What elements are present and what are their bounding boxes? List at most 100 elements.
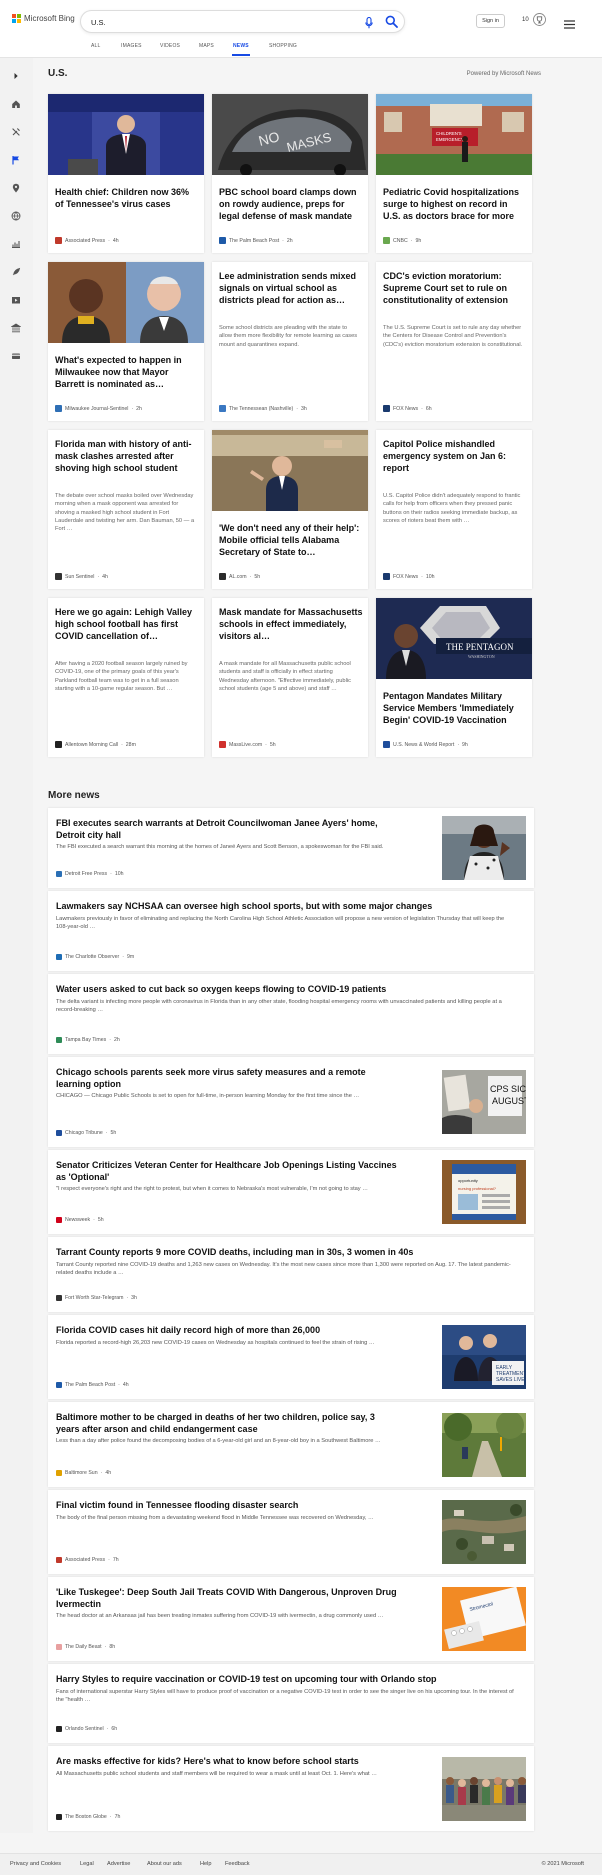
card-title[interactable]: Mask mandate for Massachusetts schools i… xyxy=(219,606,363,642)
item-title[interactable]: 'Like Tuskegee': Deep South Jail Treats … xyxy=(56,1586,398,1610)
card-title[interactable]: Pentagon Mandates Military Service Membe… xyxy=(383,690,527,726)
item-title[interactable]: Chicago schools parents seek more virus … xyxy=(56,1066,398,1090)
item-title[interactable]: Harry Styles to require vaccination or C… xyxy=(56,1673,516,1685)
item-source[interactable]: Newsweek · 5h xyxy=(56,1217,104,1223)
card-title[interactable]: Capitol Police mishandled emergency syst… xyxy=(383,438,527,474)
news-card[interactable]: CHILDREN'S EMERGENCY Pediatric Covid hospi… xyxy=(376,94,532,253)
footer-link-legal[interactable]: Legal xyxy=(80,1861,94,1867)
more-news-item[interactable]: Harry Styles to require vaccination or C… xyxy=(48,1664,534,1743)
more-news-item[interactable]: 'Like Tuskegee': Deep South Jail Treats … xyxy=(48,1577,534,1661)
card-source[interactable]: U.S. News & World Report · 9h xyxy=(383,741,468,748)
card-source[interactable]: Allentown Morning Call · 28m xyxy=(55,741,136,748)
news-card[interactable]: Lee administration sends mixed signals o… xyxy=(212,262,368,421)
globe-icon[interactable] xyxy=(11,208,21,226)
microphone-icon[interactable] xyxy=(365,16,373,34)
hamburger-menu-icon[interactable] xyxy=(564,16,575,34)
news-card[interactable]: What's expected to happen in Milwaukee n… xyxy=(48,262,204,421)
card-title[interactable]: PBC school board clamps down on rowdy au… xyxy=(219,186,363,222)
search-box[interactable] xyxy=(80,10,405,33)
search-input[interactable] xyxy=(91,15,341,29)
card-source[interactable]: FOX News · 10h xyxy=(383,573,434,580)
news-card[interactable]: NO MASKS PBC school board clamps down on r… xyxy=(212,94,368,253)
card-source[interactable]: The Palm Beach Post · 2h xyxy=(219,237,293,244)
more-news-item[interactable]: Chicago schools parents seek more virus … xyxy=(48,1057,534,1147)
item-source[interactable]: Baltimore Sun · 4h xyxy=(56,1470,111,1476)
card-title[interactable]: Pediatric Covid hospitalizations surge t… xyxy=(383,186,527,222)
tab-maps[interactable]: MAPS xyxy=(199,43,214,49)
card-title[interactable]: Health chief: Children now 36% of Tennes… xyxy=(55,186,199,210)
news-card[interactable]: Florida man with history of anti-mask cl… xyxy=(48,430,204,589)
card-source[interactable]: AL.com · 5h xyxy=(219,573,260,580)
item-title[interactable]: FBI executes search warrants at Detroit … xyxy=(56,817,398,841)
item-source[interactable]: Detroit Free Press · 10h xyxy=(56,871,123,877)
item-source[interactable]: Fort Worth Star-Telegram · 3h xyxy=(56,1295,137,1301)
search-icon[interactable] xyxy=(385,15,398,33)
more-news-item[interactable]: Are masks effective for kids? Here's wha… xyxy=(48,1746,534,1831)
footer-link-about-ads[interactable]: About our ads xyxy=(147,1861,182,1867)
rewards-trophy-icon[interactable] xyxy=(533,13,546,31)
card-title[interactable]: Lee administration sends mixed signals o… xyxy=(219,270,363,306)
news-card[interactable]: Health chief: Children now 36% of Tennes… xyxy=(48,94,204,253)
card-source[interactable]: Milwaukee Journal-Sentinel · 2h xyxy=(55,405,142,412)
more-news-item[interactable]: Senator Criticizes Veteran Center for He… xyxy=(48,1150,534,1234)
no-masks-vehicle-photo[interactable]: NO MASKS xyxy=(212,94,368,176)
bank-icon[interactable] xyxy=(10,320,22,338)
item-title[interactable]: Water users asked to cut back so oxygen … xyxy=(56,983,516,995)
news-card[interactable]: THE PENTAGON WASHINGTON Pentagon Mandates … xyxy=(376,598,532,757)
news-card[interactable]: Here we go again: Lehigh Valley high sch… xyxy=(48,598,204,757)
card-source[interactable]: FOX News · 6h xyxy=(383,405,432,412)
footer-link-privacy[interactable]: Privacy and Cookies xyxy=(10,1861,61,1867)
flag-icon[interactable] xyxy=(11,152,21,170)
footer-link-advertise[interactable]: Advertise xyxy=(107,1861,130,1867)
rewards-count[interactable]: 10 xyxy=(522,17,529,23)
scale-icon[interactable] xyxy=(11,236,21,254)
rocket-icon[interactable] xyxy=(11,264,21,282)
press-conference-photo[interactable] xyxy=(48,94,204,175)
tab-shopping[interactable]: SHOPPING xyxy=(269,43,297,49)
tools-icon[interactable] xyxy=(11,124,21,142)
sign-in-button[interactable]: Sign in xyxy=(476,14,505,28)
footer-link-feedback[interactable]: Feedback xyxy=(225,1861,250,1867)
location-icon[interactable] xyxy=(11,180,21,198)
item-source[interactable]: Orlando Sentinel · 6h xyxy=(56,1726,117,1732)
pentagon-podium-photo[interactable]: THE PENTAGON WASHINGTON xyxy=(376,598,532,679)
card-source[interactable]: Sun Sentinel · 4h xyxy=(55,573,108,580)
card-source[interactable]: Associated Press · 4h xyxy=(55,237,119,244)
job-poster-photo[interactable]: opportunity nursing professional? xyxy=(442,1160,526,1224)
councilwoman-photo[interactable] xyxy=(442,816,526,880)
powered-by-label[interactable]: Powered by Microsoft News xyxy=(467,71,541,77)
item-title[interactable]: Florida COVID cases hit daily record hig… xyxy=(56,1324,398,1336)
tab-images[interactable]: IMAGES xyxy=(121,43,142,49)
item-title[interactable]: Final victim found in Tennessee flooding… xyxy=(56,1499,398,1511)
item-title[interactable]: Are masks effective for kids? Here's wha… xyxy=(56,1755,398,1767)
card-icon[interactable] xyxy=(11,348,21,366)
protest-signs-photo[interactable]: CPS SICK AUGUST xyxy=(442,1070,532,1134)
item-title[interactable]: Senator Criticizes Veteran Center for He… xyxy=(56,1159,398,1183)
park-path-photo[interactable] xyxy=(442,1411,526,1477)
item-source[interactable]: The Charlotte Observer · 9m xyxy=(56,954,134,960)
item-title[interactable]: Lawmakers say NCHSAA can oversee high sc… xyxy=(56,900,516,912)
aerial-flood-photo[interactable] xyxy=(442,1500,526,1564)
card-title[interactable]: CDC's eviction moratorium: Supreme Court… xyxy=(383,270,527,306)
more-news-item[interactable]: Final victim found in Tennessee flooding… xyxy=(48,1490,534,1574)
footer-link-help[interactable]: Help xyxy=(200,1861,212,1867)
movie-icon[interactable] xyxy=(11,292,21,310)
card-source[interactable]: The Tennessean (Nashville) · 3h xyxy=(219,405,307,412)
tab-videos[interactable]: VIDEOS xyxy=(160,43,180,49)
item-title[interactable]: Tarrant County reports 9 more COVID deat… xyxy=(56,1246,516,1258)
more-news-item[interactable]: Water users asked to cut back so oxygen … xyxy=(48,974,534,1054)
item-title[interactable]: Baltimore mother to be charged in deaths… xyxy=(56,1411,398,1435)
pill-box-photo[interactable]: Stromectol xyxy=(442,1586,526,1651)
news-card[interactable]: Mask mandate for Massachusetts schools i… xyxy=(212,598,368,757)
card-source[interactable]: MassLive.com · 5h xyxy=(219,741,276,748)
two-men-portrait-photo[interactable] xyxy=(48,262,204,343)
card-title[interactable]: 'We don't need any of their help': Mobil… xyxy=(219,522,363,558)
more-news-item[interactable]: FBI executes search warrants at Detroit … xyxy=(48,808,534,888)
item-source[interactable]: The Boston Globe · 7h xyxy=(56,1814,120,1820)
more-news-item[interactable]: Tarrant County reports 9 more COVID deat… xyxy=(48,1237,534,1312)
card-source[interactable]: CNBC · 9h xyxy=(383,237,421,244)
chevron-right-icon[interactable] xyxy=(11,68,21,86)
children-emergency-photo[interactable]: CHILDREN'S EMERGENCY xyxy=(376,94,532,175)
item-source[interactable]: Tampa Bay Times · 2h xyxy=(56,1037,120,1043)
card-title[interactable]: Here we go again: Lehigh Valley high sch… xyxy=(55,606,199,642)
